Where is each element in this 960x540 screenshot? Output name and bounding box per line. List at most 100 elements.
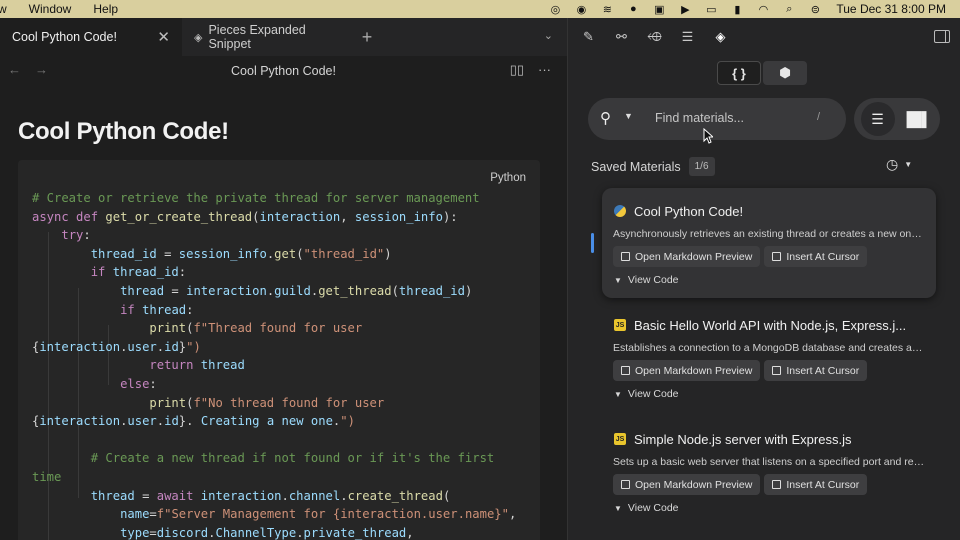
view-code-toggle[interactable]: ▼ View Code <box>614 388 679 400</box>
code-line: {interaction.user.id}") <box>32 339 201 354</box>
wifi-icon[interactable]: ◠ <box>750 0 776 18</box>
material-actions: Open Markdown Preview Insert At Cursor <box>613 360 868 381</box>
reading-view-icon[interactable]: ▯▯ <box>510 62 524 78</box>
view-code-label: View Code <box>627 388 679 400</box>
preview-icon <box>621 480 630 489</box>
python-icon <box>614 205 626 217</box>
more-options-icon[interactable]: ··· <box>538 62 551 78</box>
sort-chevron-icon: ▼ <box>904 160 913 169</box>
clock-icon: ◷ <box>886 156 899 172</box>
search-icon[interactable]: ⚲ <box>600 109 611 127</box>
play-status-icon[interactable]: ▶ <box>672 0 698 18</box>
menu-item-help[interactable]: Help <box>82 0 129 18</box>
search-shortcut-hint: / <box>816 111 820 123</box>
package-view-button[interactable]: ⬢ <box>763 61 807 85</box>
code-line: if thread: <box>120 302 194 317</box>
forward-arrow-icon[interactable]: → <box>35 62 48 77</box>
carousel-view-icon[interactable]: ▐█▌ <box>900 102 934 136</box>
code-view-button[interactable]: { } <box>717 61 761 85</box>
code-block[interactable]: Python # Create or retrieve the private … <box>18 160 540 540</box>
active-material-indicator <box>591 233 594 253</box>
note-heading: Cool Python Code! <box>18 118 229 145</box>
material-card[interactable]: JS Basic Hello World API with Node.js, E… <box>602 302 936 412</box>
pieces-logo-icon: ◈ <box>194 31 203 44</box>
tab-cool-python-code[interactable]: Cool Python Code! ✕ <box>0 18 182 56</box>
insert-at-cursor-button[interactable]: Insert At Cursor <box>764 360 868 381</box>
menu-item-window-partial[interactable]: w <box>0 0 18 18</box>
tab-label: Cool Python Code! <box>12 30 117 44</box>
pieces-share-icon[interactable]: ⚯ <box>605 18 638 56</box>
menubar-status-area: ◎ ◉ ≋ ● ▣ ▶ ▭ ▮ ◠ ⌕ ⊜ Tue Dec 31 8:00 PM <box>542 0 960 18</box>
open-markdown-preview-button[interactable]: Open Markdown Preview <box>613 474 761 495</box>
menu-item-window[interactable]: Window <box>18 0 83 18</box>
back-arrow-icon[interactable]: ← <box>8 62 21 77</box>
material-title[interactable]: Simple Node.js server with Express.js <box>634 432 914 447</box>
code-line: return thread <box>149 358 245 373</box>
tag-icon[interactable]: ⬲ <box>638 18 671 56</box>
button-label: Insert At Cursor <box>786 478 860 491</box>
code-line: {interaction.user.id}. Creating a new on… <box>32 414 355 429</box>
saved-materials-label: Saved Materials <box>591 159 681 174</box>
material-actions: Open Markdown Preview Insert At Cursor <box>613 474 868 495</box>
open-markdown-preview-button[interactable]: Open Markdown Preview <box>613 360 761 381</box>
menubar-clock[interactable]: Tue Dec 31 8:00 PM <box>828 2 960 16</box>
button-label: Insert At Cursor <box>786 250 860 263</box>
app-status-icon[interactable]: ● <box>620 0 646 18</box>
tab-list-chevron-icon[interactable]: ⌄ <box>544 29 553 42</box>
saved-materials-count: 1/6 <box>688 157 715 176</box>
view-segmented-control: { } ⬢ <box>717 61 807 87</box>
code-content[interactable]: # Create or retrieve the private thread … <box>32 189 532 540</box>
close-tab-icon[interactable]: ✕ <box>157 28 170 46</box>
button-label: Open Markdown Preview <box>635 364 753 377</box>
insert-icon <box>772 480 782 489</box>
pieces-status-icon[interactable]: ◎ <box>542 0 568 18</box>
code-line: async def get_or_create_thread(interacti… <box>32 209 458 224</box>
search-input[interactable]: Find materials... <box>655 111 744 125</box>
pieces-save-icon[interactable]: ✎ <box>572 18 605 56</box>
insert-icon <box>772 366 782 375</box>
code-line: else: <box>120 376 157 391</box>
javascript-icon: JS <box>614 433 626 445</box>
control-center-icon[interactable]: ⊜ <box>802 0 828 18</box>
insert-at-cursor-button[interactable]: Insert At Cursor <box>764 474 868 495</box>
new-tab-icon[interactable]: + <box>352 18 382 56</box>
button-label: Open Markdown Preview <box>635 250 753 263</box>
view-code-toggle[interactable]: ▼ View Code <box>614 502 679 514</box>
list-view-icon[interactable]: ☰ <box>860 102 895 136</box>
open-markdown-preview-button[interactable]: Open Markdown Preview <box>613 246 761 267</box>
code-line: type=discord.ChannelType.private_thread, <box>120 525 414 540</box>
view-code-label: View Code <box>627 502 679 514</box>
editor-pane: Cool Python Code! ✕ ◈ Pieces Expanded Sn… <box>0 18 567 540</box>
view-code-toggle[interactable]: ▼ View Code <box>614 274 679 286</box>
tab-pieces-expanded-snippet[interactable]: ◈ Pieces Expanded Snippet <box>182 18 352 56</box>
insert-at-cursor-button[interactable]: Insert At Cursor <box>764 246 868 267</box>
material-card[interactable]: JS Simple Node.js server with Express.js… <box>602 416 936 526</box>
quicktime-status-icon[interactable]: ▣ <box>646 0 672 18</box>
saved-materials-header: Saved Materials 1/6 <box>591 157 715 176</box>
layout-toggle: ☰ ▐█▌ <box>854 98 940 140</box>
spotlight-search-icon[interactable]: ⌕ <box>776 0 802 18</box>
code-line: time <box>32 469 62 484</box>
sidebar-toolbar: ✎ ⚯ ⬲ ☰ ◈ <box>568 18 960 56</box>
document-title: Cool Python Code! <box>231 64 336 78</box>
editor-tab-bar: Cool Python Code! ✕ ◈ Pieces Expanded Sn… <box>0 18 567 56</box>
code-line: # Create or retrieve the private thread … <box>32 191 480 205</box>
battery-icon[interactable]: ▮ <box>724 0 750 18</box>
toggle-sidebar-icon[interactable] <box>934 30 950 43</box>
pieces-copilot-icon[interactable]: ◈ <box>704 18 737 56</box>
code-line: try: <box>61 228 91 243</box>
sort-by-recent[interactable]: ◷ ▼ <box>886 156 912 173</box>
material-title[interactable]: Cool Python Code! <box>634 204 914 219</box>
material-title[interactable]: Basic Hello World API with Node.js, Expr… <box>634 318 914 333</box>
code-line: if thread_id: <box>90 265 187 280</box>
materials-search[interactable]: ⚲ ▼ Find materials... / <box>588 98 846 140</box>
chevron-down-icon: ▼ <box>614 275 622 285</box>
list-icon[interactable]: ☰ <box>671 18 704 56</box>
search-filter-chevron-icon[interactable]: ▼ <box>624 111 633 121</box>
waves-status-icon[interactable]: ≋ <box>594 0 620 18</box>
display-status-icon[interactable]: ▭ <box>698 0 724 18</box>
record-status-icon[interactable]: ◉ <box>568 0 594 18</box>
material-card[interactable]: Cool Python Code! Asynchronously retriev… <box>602 188 936 298</box>
chevron-down-icon: ▼ <box>614 503 622 513</box>
history-nav: ← → <box>8 62 48 77</box>
